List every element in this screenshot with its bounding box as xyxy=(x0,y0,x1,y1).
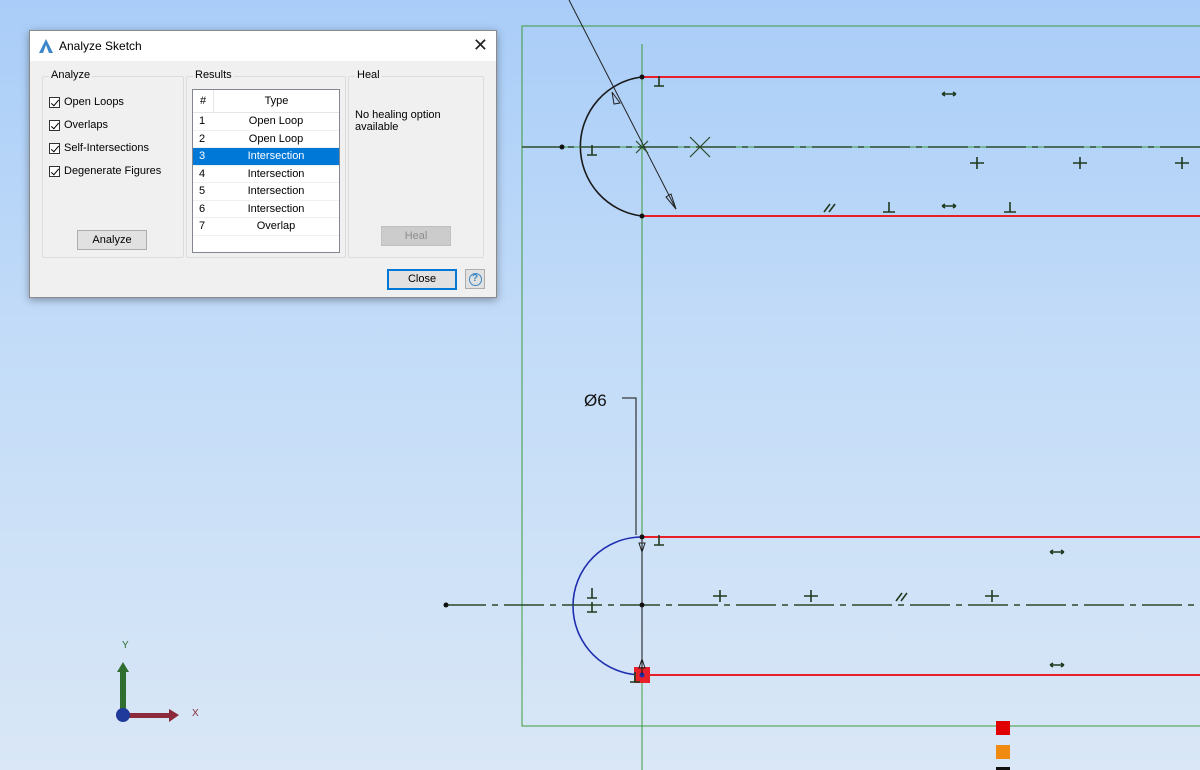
result-row[interactable]: 1 Open Loop xyxy=(193,113,339,131)
dialog-title: Analyze Sketch xyxy=(59,39,142,53)
result-number: 4 xyxy=(199,167,206,180)
constraint-icons-lower xyxy=(587,535,1065,683)
help-button[interactable]: ? xyxy=(465,269,485,289)
endpoint[interactable] xyxy=(639,74,645,80)
results-header: # Type xyxy=(193,90,339,113)
status-square-red xyxy=(996,721,1010,735)
endpoint[interactable] xyxy=(559,144,565,150)
column-header-type[interactable]: Type xyxy=(214,90,339,112)
result-row[interactable]: 7 Overlap xyxy=(193,218,339,236)
close-button[interactable]: Close xyxy=(387,269,457,290)
result-type: Intersection xyxy=(247,185,305,197)
checkbox-checked-icon[interactable] xyxy=(49,96,60,108)
result-number: 7 xyxy=(199,220,206,232)
heal-message: No healing option available xyxy=(355,109,441,133)
dimension-line xyxy=(622,397,637,535)
results-group-label: Results xyxy=(193,69,234,81)
result-number: 5 xyxy=(199,185,206,197)
column-header-number[interactable]: # xyxy=(193,90,214,112)
option-overlaps[interactable]: Overlaps xyxy=(49,117,108,133)
analyze-group-label: Analyze xyxy=(49,69,93,81)
result-type: Intersection xyxy=(247,150,305,162)
result-type: Open Loop xyxy=(248,132,304,145)
result-number: 1 xyxy=(199,115,206,127)
result-row[interactable]: 2 Open Loop xyxy=(193,131,339,148)
result-number: 2 xyxy=(199,132,206,145)
option-label: Overlaps xyxy=(64,119,109,131)
arrowhead xyxy=(665,193,677,210)
heal-button[interactable]: Heal xyxy=(381,226,451,246)
constraint-icons-upper xyxy=(587,76,1189,213)
checkbox-checked-icon[interactable] xyxy=(49,119,60,131)
result-number: 6 xyxy=(199,202,206,215)
result-type: Intersection xyxy=(247,202,305,215)
question-icon: ? xyxy=(468,272,482,286)
checkbox-checked-icon[interactable] xyxy=(49,142,60,154)
results-list[interactable]: # Type 1 Open Loop 2 Open Loop 3 Interse… xyxy=(192,89,340,253)
option-self-intersections[interactable]: Self-Intersections xyxy=(49,140,149,156)
result-row[interactable]: 4 Intersection xyxy=(193,166,339,183)
result-row[interactable]: 6 Intersection xyxy=(193,201,339,218)
dimension-label[interactable]: Ø6 xyxy=(584,391,607,410)
result-row-selected[interactable]: 3 Intersection xyxy=(193,148,339,166)
option-degenerate-figures[interactable]: Degenerate Figures xyxy=(49,163,161,179)
result-number: 3 xyxy=(199,150,206,162)
y-axis-label: Y xyxy=(122,640,129,651)
heal-group-label: Heal xyxy=(355,69,382,81)
close-icon[interactable]: ✕ xyxy=(473,35,488,55)
status-square-orange xyxy=(996,745,1010,759)
results-group: Results # Type 1 Open Loop 2 Open Loop 3… xyxy=(186,69,346,258)
option-open-loops[interactable]: Open Loops xyxy=(49,94,124,110)
heal-group: Heal No healing option available Heal xyxy=(348,69,484,258)
checkbox-checked-icon[interactable] xyxy=(49,165,60,177)
dialog-titlebar[interactable]: Analyze Sketch ✕ xyxy=(30,31,496,61)
lower-arc-selected[interactable] xyxy=(572,536,643,676)
analyze-button[interactable]: Analyze xyxy=(77,230,147,250)
result-row[interactable]: 5 Intersection xyxy=(193,183,339,201)
endpoint[interactable] xyxy=(443,602,449,608)
analyze-group: Analyze Open Loops Overlaps Self-Interse… xyxy=(42,69,184,258)
endpoint[interactable] xyxy=(639,213,645,219)
result-type: Open Loop xyxy=(248,115,304,127)
app-logo-icon xyxy=(39,39,53,53)
option-label: Degenerate Figures xyxy=(64,165,162,177)
result-type: Overlap xyxy=(256,220,296,232)
option-label: Self-Intersections xyxy=(64,142,149,154)
dimension-leader[interactable] xyxy=(568,0,677,210)
x-axis-label: X xyxy=(192,708,199,719)
analyze-sketch-dialog: Analyze Sketch ✕ Analyze Open Loops Over… xyxy=(29,30,497,298)
sketch-frame xyxy=(521,25,1200,727)
result-type: Intersection xyxy=(247,167,305,180)
axis-triad: Y X xyxy=(116,640,199,722)
option-label: Open Loops xyxy=(64,96,124,108)
